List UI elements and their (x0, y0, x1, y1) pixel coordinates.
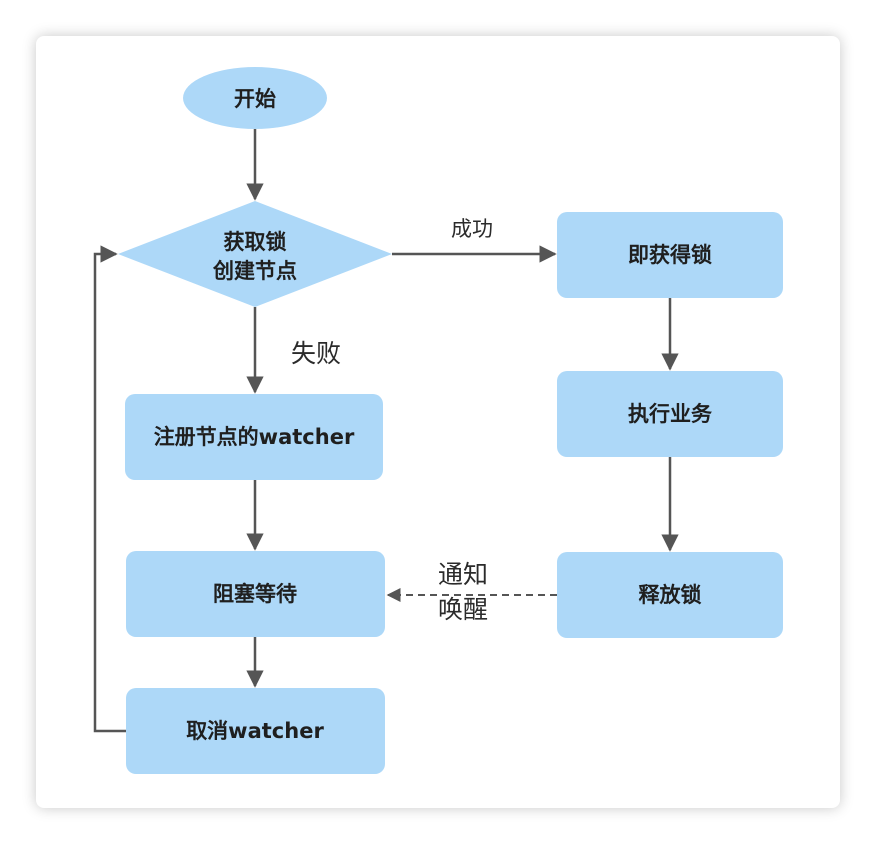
edge-cancel-loop-back-to-acquire (93, 245, 126, 733)
block-wait-label: 阻塞等待 (213, 582, 297, 606)
flowchart: 开始 获取锁 创建节点 即获得锁 执行业务 释放锁 注册节点的watcher 阻… (93, 67, 783, 774)
got-lock-label: 即获得锁 (628, 243, 712, 267)
acquire-lock-label-line2: 创建节点 (212, 259, 297, 283)
register-watcher-label: 注册节点的watcher (154, 425, 355, 449)
edge-fail-label: 失败 (291, 339, 341, 368)
acquire-lock-decision (118, 201, 392, 307)
release-lock-label: 释放锁 (639, 583, 702, 607)
edge-success-label: 成功 (451, 217, 493, 241)
start-label: 开始 (234, 87, 276, 111)
cancel-watcher-label: 取消watcher (186, 719, 324, 743)
acquire-lock-label-line1: 获取锁 (224, 230, 287, 254)
execute-business-label: 执行业务 (628, 402, 713, 426)
edge-notify-label-line2: 唤醒 (438, 595, 488, 624)
edge-notify-label-line1: 通知 (438, 560, 488, 589)
